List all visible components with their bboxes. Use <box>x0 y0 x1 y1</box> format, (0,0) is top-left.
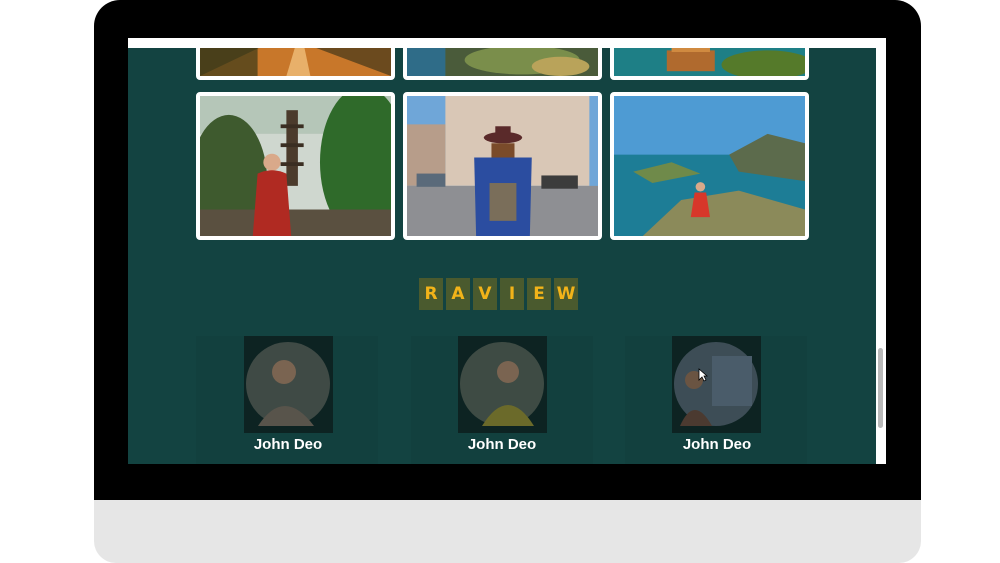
gallery-photo-island-viewpoint[interactable] <box>610 92 809 240</box>
section-heading: R A V I E W <box>419 278 578 310</box>
heading-letter: E <box>527 278 551 310</box>
reviewer-avatar <box>458 336 547 433</box>
browser-viewport: R A V I E W John Deo John Deo John Deo <box>128 38 886 464</box>
gallery-photo-island-village[interactable] <box>610 48 809 80</box>
heading-letter: I <box>500 278 524 310</box>
reviewer-avatar <box>672 336 761 433</box>
heading-letter: W <box>554 278 578 310</box>
mouse-cursor-icon <box>698 368 708 382</box>
gallery-photo-street-woman[interactable] <box>403 92 602 240</box>
web-page: R A V I E W John Deo John Deo John Deo <box>128 48 876 464</box>
gallery-photo-forest-road[interactable] <box>196 48 395 80</box>
reviewer-avatar <box>244 336 333 433</box>
heading-letter: R <box>419 278 443 310</box>
monitor-stand <box>94 500 921 563</box>
heading-letter: V <box>473 278 497 310</box>
reviewer-name: John Deo <box>467 436 537 453</box>
gallery-photo-coastline[interactable] <box>403 48 602 80</box>
reviewer-name: John Deo <box>253 436 323 453</box>
heading-letter: A <box>446 278 470 310</box>
scrollbar-thumb[interactable] <box>878 348 883 428</box>
gallery-photo-temple-woman[interactable] <box>196 92 395 240</box>
reviewer-name: John Deo <box>682 436 752 453</box>
vertical-scrollbar[interactable] <box>876 38 886 464</box>
